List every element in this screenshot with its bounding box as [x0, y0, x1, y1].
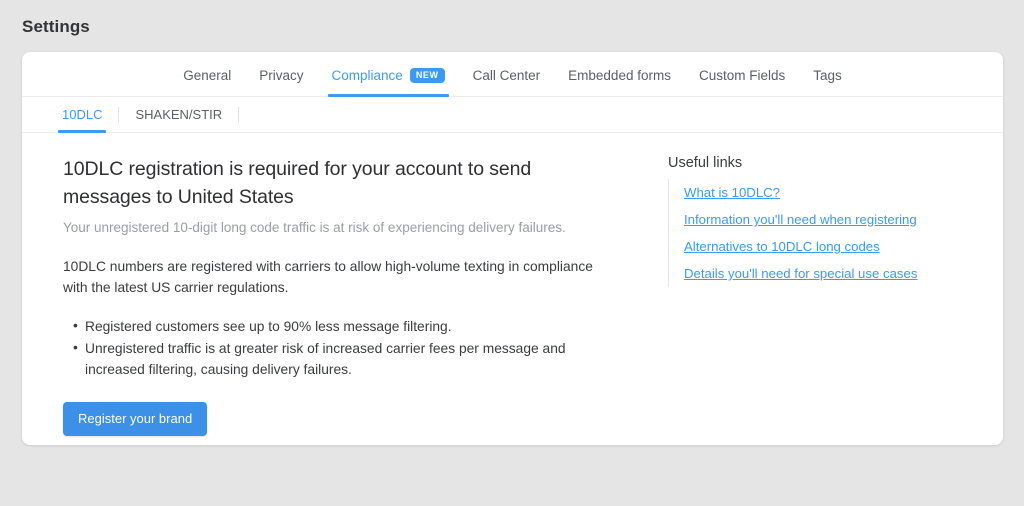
content-heading: 10DLC registration is required for your …: [63, 158, 532, 208]
tab-compliance-label: Compliance: [331, 67, 403, 83]
card-body: 10DLC registration is required for your …: [22, 133, 1003, 436]
link-what-is-10dlc[interactable]: What is 10DLC?: [684, 179, 780, 206]
subtab-divider-end: [238, 106, 240, 123]
tab-privacy-label: Privacy: [259, 67, 304, 83]
settings-card: General Privacy Compliance NEW Call Cent…: [22, 52, 1003, 445]
list-item: Registered customers see up to 90% less …: [73, 315, 585, 337]
subtab-shaken-stir-label: SHAKEN/STIR: [135, 107, 223, 122]
primary-tab-bar: General Privacy Compliance NEW Call Cent…: [22, 52, 1003, 97]
tab-general[interactable]: General: [169, 54, 245, 96]
useful-links-list: What is 10DLC? Information you'll need w…: [668, 179, 917, 287]
tab-compliance[interactable]: Compliance NEW: [318, 54, 459, 97]
tab-tags-label: Tags: [813, 67, 842, 83]
list-item: Details you'll need for special use case…: [684, 260, 917, 287]
link-alternatives[interactable]: Alternatives to 10DLC long codes: [684, 233, 880, 260]
tab-embedded-forms[interactable]: Embedded forms: [554, 54, 685, 96]
secondary-tab-bar: 10DLC SHAKEN/STIR: [22, 97, 1003, 133]
benefits-list: Registered customers see up to 90% less …: [63, 315, 642, 380]
main-content-column: 10DLC registration is required for your …: [22, 155, 642, 436]
tab-embedded-forms-label: Embedded forms: [568, 67, 671, 83]
tab-tags[interactable]: Tags: [799, 54, 856, 96]
register-brand-button[interactable]: Register your brand: [63, 402, 208, 436]
tab-general-label: General: [183, 67, 232, 83]
tab-call-center[interactable]: Call Center: [459, 54, 555, 96]
useful-links-title: Useful links: [668, 155, 743, 171]
list-item: What is 10DLC?: [684, 179, 917, 206]
list-item: Alternatives to 10DLC long codes: [684, 233, 917, 260]
link-special-use-cases[interactable]: Details you'll need for special use case…: [684, 260, 917, 287]
tab-privacy[interactable]: Privacy: [245, 54, 317, 96]
content-subheading: Your unregistered 10-digit long code tra…: [63, 220, 566, 235]
subtab-shaken-stir[interactable]: SHAKEN/STIR: [119, 97, 238, 132]
list-item: Information you'll need when registering: [684, 206, 917, 233]
list-item: Unregistered traffic is at greater risk …: [73, 337, 585, 380]
tab-custom-fields[interactable]: Custom Fields: [685, 54, 799, 96]
subtab-10dlc-label: 10DLC: [62, 107, 103, 122]
link-information-needed[interactable]: Information you'll need when registering: [684, 206, 917, 233]
useful-links-column: Useful links What is 10DLC? Information …: [642, 155, 917, 436]
page-title: Settings: [22, 17, 90, 36]
subtab-10dlc[interactable]: 10DLC: [40, 97, 118, 133]
tab-call-center-label: Call Center: [472, 67, 541, 83]
tab-custom-fields-label: Custom Fields: [698, 67, 786, 83]
new-badge: NEW: [409, 67, 445, 83]
content-paragraph: 10DLC numbers are registered with carrie…: [63, 259, 593, 295]
